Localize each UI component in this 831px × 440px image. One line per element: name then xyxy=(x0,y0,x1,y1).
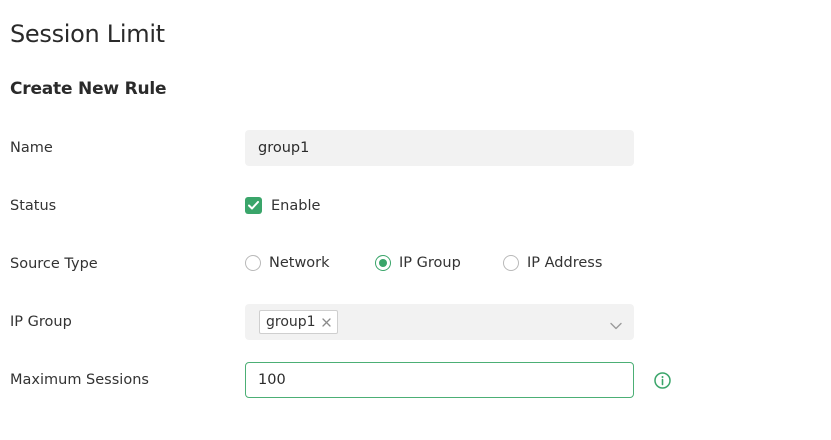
info-icon[interactable] xyxy=(654,372,671,389)
radio-option-ip-group[interactable]: IP Group xyxy=(375,255,503,271)
section-title: Create New Rule xyxy=(10,79,167,99)
check-icon xyxy=(248,201,259,210)
close-icon[interactable] xyxy=(321,317,331,327)
radio-ip-group-label: IP Group xyxy=(399,255,461,271)
name-label: Name xyxy=(10,140,53,156)
radio-ip-address[interactable] xyxy=(503,255,519,271)
ip-group-tag: group1 xyxy=(259,310,338,334)
source-type-radio-group: Network IP Group IP Address xyxy=(245,255,602,271)
status-label: Status xyxy=(10,198,57,214)
name-input[interactable] xyxy=(245,130,634,166)
radio-option-network[interactable]: Network xyxy=(245,255,375,271)
radio-ip-group[interactable] xyxy=(375,255,391,271)
source-type-label: Source Type xyxy=(10,256,98,272)
enable-checkbox[interactable] xyxy=(245,197,262,214)
radio-network[interactable] xyxy=(245,255,261,271)
max-sessions-input[interactable] xyxy=(245,362,634,398)
radio-option-ip-address[interactable]: IP Address xyxy=(503,255,602,271)
max-sessions-label: Maximum Sessions xyxy=(10,372,149,388)
enable-checkbox-label: Enable xyxy=(271,197,321,214)
radio-ip-address-label: IP Address xyxy=(527,255,603,271)
enable-checkbox-row[interactable]: Enable xyxy=(245,197,320,214)
ip-group-tag-label: group1 xyxy=(266,314,316,330)
ip-group-select[interactable]: group1 xyxy=(245,304,634,340)
radio-network-label: Network xyxy=(269,255,330,271)
chevron-down-icon[interactable] xyxy=(610,315,622,334)
ip-group-label: IP Group xyxy=(10,314,72,330)
page-title: Session Limit xyxy=(10,20,165,48)
